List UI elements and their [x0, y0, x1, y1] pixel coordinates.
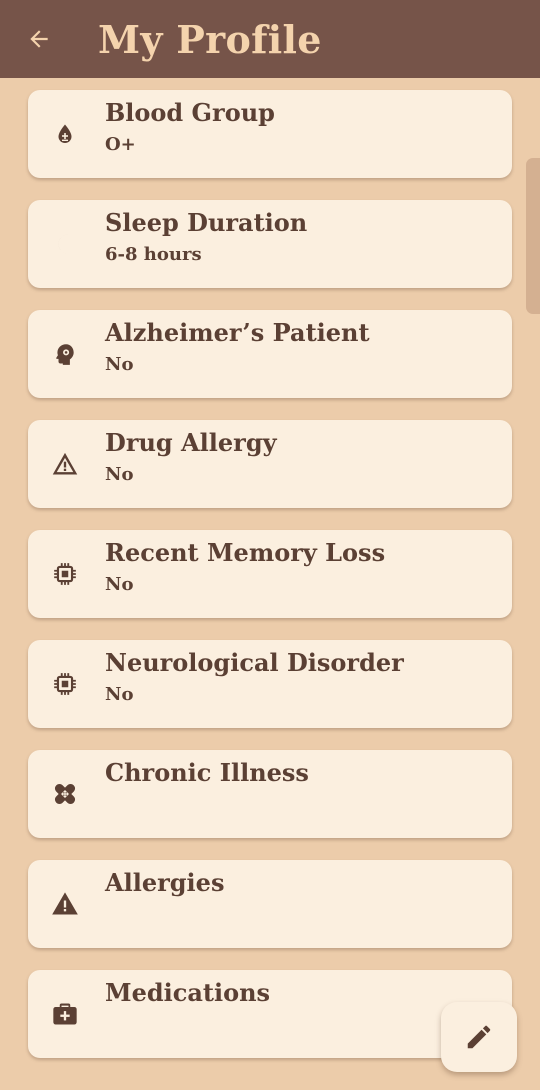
field-value: No [105, 464, 134, 485]
moon-icon [51, 230, 79, 258]
field-label: Medications [105, 978, 271, 1007]
field-value: No [105, 684, 134, 705]
medical-bag-icon [51, 1000, 79, 1028]
field-label: Blood Group [105, 98, 275, 127]
field-value: 6-8 hours [105, 244, 202, 265]
field-card-neurological-disorder[interactable]: Neurological Disorder No [28, 640, 512, 728]
field-card-allergies[interactable]: Allergies [28, 860, 512, 948]
arrow-left-icon [30, 30, 48, 48]
field-card-recent-memory-loss[interactable]: Recent Memory Loss No [28, 530, 512, 618]
app-bar: My Profile [0, 0, 540, 78]
scrollbar-thumb[interactable] [526, 158, 540, 314]
memory-chip-icon [51, 670, 79, 698]
back-button[interactable] [0, 0, 78, 78]
field-label: Alzheimer’s Patient [105, 318, 370, 347]
pencil-icon [467, 1025, 491, 1049]
field-label: Allergies [105, 868, 225, 897]
field-label: Drug Allergy [105, 428, 277, 457]
field-value: No [105, 354, 134, 375]
field-card-medications[interactable]: Medications [28, 970, 512, 1058]
field-label: Neurological Disorder [105, 648, 404, 677]
field-card-blood-group[interactable]: Blood Group O+ [28, 90, 512, 178]
field-label: Recent Memory Loss [105, 538, 386, 567]
warning-outline-icon [51, 450, 79, 478]
page-title: My Profile [98, 16, 322, 62]
field-card-chronic-illness[interactable]: Chronic Illness [28, 750, 512, 838]
blood-drop-icon [51, 120, 79, 148]
memory-chip-icon [51, 560, 79, 588]
field-value: O+ [105, 134, 136, 155]
field-card-sleep-duration[interactable]: Sleep Duration 6-8 hours [28, 200, 512, 288]
profile-screen: My Profile Blood Group O+ Sleep Duration… [0, 0, 540, 1090]
field-label: Sleep Duration [105, 208, 308, 237]
field-card-alzheimers-patient[interactable]: Alzheimer’s Patient No [28, 310, 512, 398]
field-card-drug-allergy[interactable]: Drug Allergy No [28, 420, 512, 508]
profile-field-list: Blood Group O+ Sleep Duration 6-8 hours [0, 78, 540, 1090]
head-brain-icon [51, 340, 79, 368]
healing-bandage-icon [51, 780, 79, 808]
warning-filled-icon [51, 890, 79, 918]
field-label: Chronic Illness [105, 758, 309, 787]
field-value: No [105, 574, 134, 595]
edit-profile-button[interactable] [441, 1002, 517, 1072]
